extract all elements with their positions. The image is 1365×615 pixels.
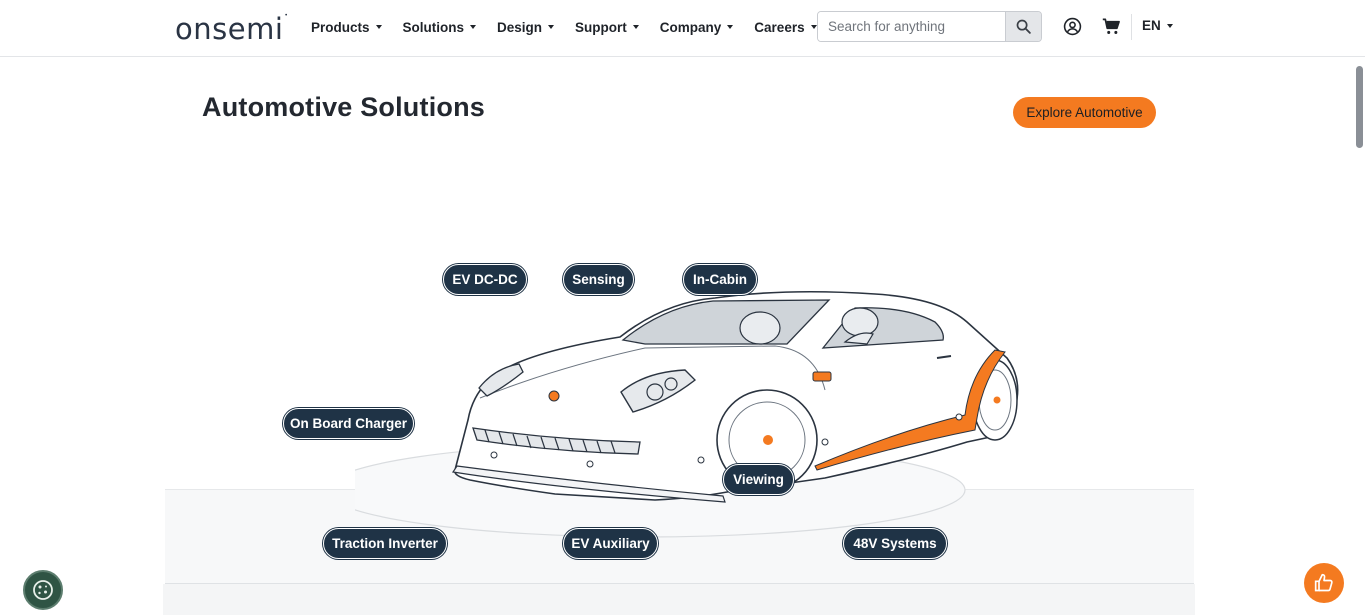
onsemi-logo[interactable]: onsemi•: [175, 12, 288, 46]
search-button[interactable]: [1005, 12, 1041, 41]
chevron-down-icon: [548, 25, 555, 29]
chevron-down-icon: [1166, 23, 1173, 28]
cart-button[interactable]: [1101, 16, 1121, 36]
cookie-icon: [33, 580, 53, 600]
nav-products[interactable]: Products: [311, 18, 382, 36]
chevron-down-icon: [375, 25, 382, 29]
chevron-down-icon: [632, 25, 639, 29]
hotspot-sensing[interactable]: Sensing: [563, 264, 634, 295]
nav-careers[interactable]: Careers: [754, 18, 817, 36]
nav-design[interactable]: Design: [497, 18, 555, 36]
hotspot-48v-systems[interactable]: 48V Systems: [843, 528, 947, 559]
nav-support[interactable]: Support: [575, 18, 639, 36]
cart-icon: [1102, 18, 1120, 34]
car-illustration: [355, 290, 1019, 538]
chevron-down-icon: [470, 25, 477, 29]
thumbs-up-icon: [1314, 573, 1333, 592]
main-nav: Products Solutions Design Support Compan…: [311, 18, 838, 36]
hotspot-on-board-charger[interactable]: On Board Charger: [283, 408, 414, 439]
search-box: [817, 11, 1042, 42]
floor-panel-lower: [163, 584, 1195, 615]
account-button[interactable]: [1062, 16, 1082, 36]
chevron-down-icon: [810, 25, 817, 29]
header-divider: [1131, 14, 1132, 40]
scrollbar-thumb[interactable]: [1356, 66, 1363, 148]
top-navigation-bar: onsemi• Products Solutions Design Suppor…: [0, 0, 1365, 57]
page-title: Automotive Solutions: [202, 92, 485, 122]
chevron-down-icon: [727, 25, 734, 29]
search-input[interactable]: [818, 12, 1005, 41]
hotspot-traction-inverter[interactable]: Traction Inverter: [323, 528, 447, 559]
search-icon: [1016, 19, 1031, 34]
cookie-settings-button[interactable]: [23, 570, 63, 610]
user-circle-icon: [1063, 17, 1081, 35]
feedback-button[interactable]: [1304, 563, 1344, 603]
explore-automotive-button[interactable]: Explore Automotive: [1013, 97, 1156, 128]
nav-company[interactable]: Company: [660, 18, 734, 36]
language-selector[interactable]: EN: [1142, 18, 1173, 33]
nav-solutions[interactable]: Solutions: [403, 18, 477, 36]
hotspot-ev-dc-dc[interactable]: EV DC-DC: [443, 264, 527, 295]
hotspot-ev-auxiliary[interactable]: EV Auxiliary: [563, 528, 658, 559]
hotspot-viewing[interactable]: Viewing: [723, 464, 794, 495]
hotspot-in-cabin[interactable]: In-Cabin: [683, 264, 757, 295]
